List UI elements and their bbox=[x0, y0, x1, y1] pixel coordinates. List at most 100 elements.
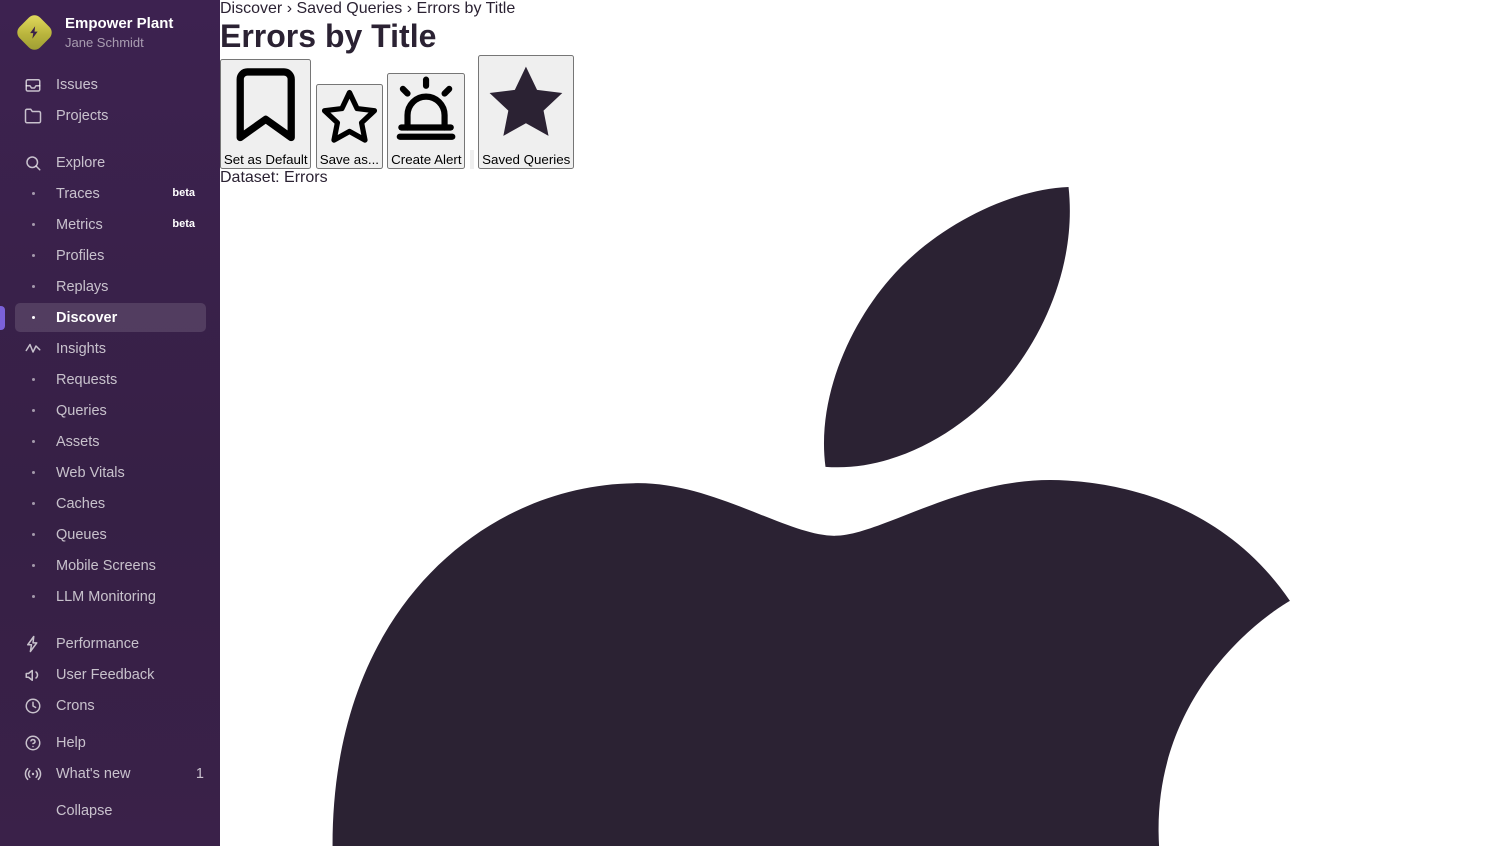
sidebar-item-projects[interactable]: Projects bbox=[0, 100, 220, 131]
bullet-icon bbox=[24, 285, 42, 288]
saved-queries-button[interactable]: Saved Queries bbox=[478, 55, 574, 169]
issues-icon bbox=[24, 76, 42, 94]
sidebar-item-label: Discover bbox=[56, 310, 204, 326]
sidebar-item-label: Projects bbox=[56, 108, 204, 124]
sidebar-item-label: Caches bbox=[56, 496, 204, 512]
breadcrumb-current: Errors by Title bbox=[417, 0, 516, 17]
help-icon bbox=[24, 734, 42, 752]
project-filter[interactable]: ios bbox=[220, 187, 1434, 846]
bullet-icon bbox=[24, 502, 42, 505]
bullet-icon bbox=[24, 440, 42, 443]
sidebar-item-label: Assets bbox=[56, 434, 204, 450]
insights-icon bbox=[24, 340, 42, 358]
sidebar-item-label: Profiles bbox=[56, 248, 204, 264]
sidebar-item-performance[interactable]: Performance bbox=[0, 628, 220, 659]
sidebar-item-profiles[interactable]: Profiles bbox=[0, 240, 220, 271]
collapse-label: Collapse bbox=[56, 803, 204, 819]
sidebar-item-caches[interactable]: Caches bbox=[0, 488, 220, 519]
bullet-icon bbox=[24, 595, 42, 598]
filter-row: Dataset: Errors ios All Envs bbox=[220, 169, 1434, 846]
page-filter-bar: ios All Envs 14D bbox=[220, 187, 1434, 846]
projects-icon bbox=[24, 107, 42, 125]
sidebar-item-traces[interactable]: Tracesbeta bbox=[0, 178, 220, 209]
sidebar-item-label: Insights bbox=[56, 341, 204, 357]
sidebar-item-label: LLM Monitoring bbox=[56, 589, 204, 605]
dataset-label: Dataset: bbox=[220, 169, 280, 186]
bullet-icon bbox=[24, 378, 42, 381]
breadcrumb-separator: › bbox=[407, 0, 412, 17]
sidebar-item-web-vitals[interactable]: Web Vitals bbox=[0, 457, 220, 488]
sidebar-item-label: User Feedback bbox=[56, 667, 204, 683]
sidebar-item-what-s-new[interactable]: What's new1 bbox=[0, 758, 220, 789]
sidebar-item-mobile-screens[interactable]: Mobile Screens bbox=[0, 550, 220, 581]
search-icon bbox=[24, 154, 42, 172]
beta-badge: beta bbox=[163, 216, 204, 233]
header-actions: Set as Default Save as... Create Alert bbox=[220, 55, 1434, 169]
sidebar-item-label: Queues bbox=[56, 527, 204, 543]
sidebar-item-help[interactable]: Help bbox=[0, 727, 220, 758]
sidebar-item-llm-monitoring[interactable]: LLM Monitoring bbox=[0, 581, 220, 612]
set-as-default-button[interactable]: Set as Default bbox=[220, 59, 311, 168]
sidebar-item-label: Traces bbox=[56, 186, 163, 202]
sidebar-collapse[interactable]: Collapse bbox=[0, 795, 220, 826]
org-switcher[interactable]: Empower Plant Jane Schmidt bbox=[0, 0, 220, 63]
dataset-selector[interactable]: Dataset: Errors bbox=[220, 169, 1434, 187]
sidebar-item-label: Web Vitals bbox=[56, 465, 204, 481]
sidebar-item-issues[interactable]: Issues bbox=[0, 69, 220, 100]
breadcrumb-discover[interactable]: Discover bbox=[220, 0, 282, 17]
bullet-icon bbox=[24, 564, 42, 567]
bullet-icon bbox=[24, 223, 42, 226]
sidebar-item-label: Queries bbox=[56, 403, 204, 419]
bullet-icon bbox=[24, 471, 42, 474]
sidebar-nav: IssuesProjectsExploreTracesbetaMetricsbe… bbox=[0, 63, 220, 721]
org-name: Empower Plant bbox=[65, 15, 173, 33]
notification-badge: 1 bbox=[196, 766, 204, 782]
sidebar-item-label: Replays bbox=[56, 279, 204, 295]
sidebar-item-assets[interactable]: Assets bbox=[0, 426, 220, 457]
lightning-icon bbox=[24, 635, 42, 653]
sidebar-item-crons[interactable]: Crons bbox=[0, 690, 220, 721]
star-filled-icon bbox=[480, 137, 572, 152]
page-header: Discover › Saved Queries › Errors by Tit… bbox=[220, 0, 1434, 169]
page-title: Errors by Title bbox=[220, 18, 1434, 55]
sidebar-item-replays[interactable]: Replays bbox=[0, 271, 220, 302]
sidebar-item-label: Explore bbox=[56, 155, 204, 171]
breadcrumb: Discover › Saved Queries › Errors by Tit… bbox=[220, 0, 1434, 18]
breadcrumb-separator: › bbox=[287, 0, 292, 17]
broadcast-icon bbox=[24, 765, 42, 783]
sidebar-item-explore[interactable]: Explore bbox=[0, 147, 220, 178]
star-outline-icon bbox=[318, 137, 381, 152]
sidebar-item-queues[interactable]: Queues bbox=[0, 519, 220, 550]
sidebar-item-user-feedback[interactable]: User Feedback bbox=[0, 659, 220, 690]
sidebar-item-requests[interactable]: Requests bbox=[0, 364, 220, 395]
bullet-icon bbox=[24, 533, 42, 536]
dataset-value: Errors bbox=[284, 169, 328, 186]
sidebar-item-label: Requests bbox=[56, 372, 204, 388]
bullet-icon bbox=[24, 254, 42, 257]
app-root: Empower Plant Jane Schmidt Issues Project… bbox=[0, 0, 1500, 846]
bullet-icon bbox=[24, 409, 42, 412]
save-as-button[interactable]: Save as... bbox=[316, 84, 383, 169]
more-options-button[interactable] bbox=[470, 150, 474, 169]
megaphone-icon bbox=[24, 666, 42, 684]
sidebar-item-label: Mobile Screens bbox=[56, 558, 204, 574]
sidebar-item-label: Performance bbox=[56, 636, 204, 652]
siren-icon bbox=[389, 137, 463, 152]
sidebar-item-label: Metrics bbox=[56, 217, 163, 233]
create-alert-button[interactable]: Create Alert bbox=[387, 73, 465, 169]
sidebar-item-discover[interactable]: Discover bbox=[0, 302, 220, 333]
sidebar-item-insights[interactable]: Insights bbox=[0, 333, 220, 364]
sidebar-item-metrics[interactable]: Metricsbeta bbox=[0, 209, 220, 240]
beta-badge: beta bbox=[163, 185, 204, 202]
sidebar: Empower Plant Jane Schmidt Issues Project… bbox=[0, 0, 220, 846]
bullet-icon bbox=[24, 316, 42, 319]
page-content: Dataset: Errors ios All Envs bbox=[220, 169, 1434, 846]
sidebar-item-label: What's new bbox=[56, 766, 196, 782]
active-indicator bbox=[0, 306, 5, 330]
breadcrumb-saved-queries[interactable]: Saved Queries bbox=[296, 0, 402, 17]
bullet-icon bbox=[24, 192, 42, 195]
sidebar-item-label: Help bbox=[56, 735, 204, 751]
sidebar-item-queries[interactable]: Queries bbox=[0, 395, 220, 426]
sidebar-item-label: Issues bbox=[56, 77, 204, 93]
chevron-left-icon bbox=[24, 804, 38, 818]
